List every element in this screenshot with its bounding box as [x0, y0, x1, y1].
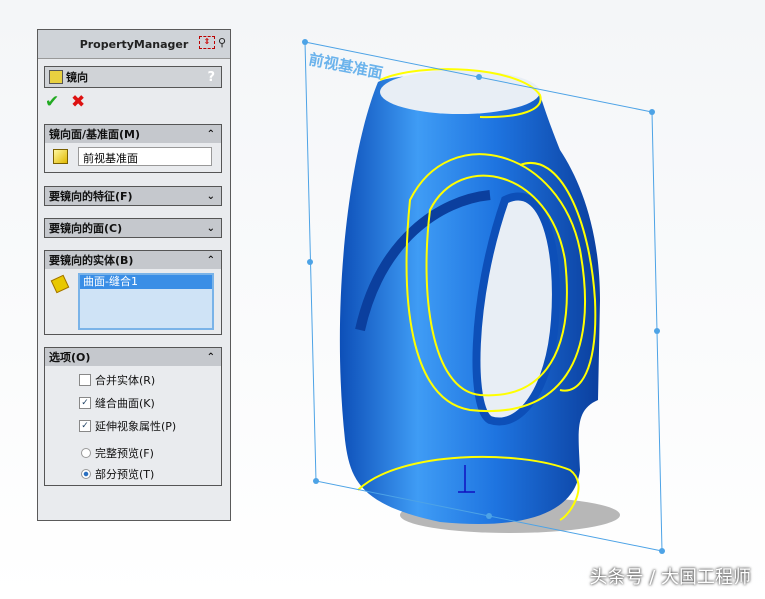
sketch-curves: [357, 68, 597, 521]
origin-triad-icon: [458, 465, 475, 493]
plane-label: 前视基准面: [307, 50, 384, 82]
ok-button[interactable]: ✔: [45, 92, 59, 112]
plane-icon: [53, 149, 68, 164]
bodies-list[interactable]: 曲面-缝合1: [78, 273, 214, 330]
propagate-checkbox[interactable]: ✓ 延伸视象属性(P): [79, 418, 176, 434]
panel-title: PropertyManager: [79, 37, 189, 51]
feature-name: 镜向: [66, 71, 88, 84]
plane-handles: [302, 39, 665, 554]
collapse-icon[interactable]: ⌃: [207, 129, 215, 140]
expand-icon[interactable]: ⌄: [207, 223, 215, 234]
collapse-icon[interactable]: ⌃: [207, 255, 215, 266]
collapse-icon[interactable]: ⌃: [207, 352, 215, 363]
full-preview-radio[interactable]: 完整预览(F): [81, 445, 154, 461]
side-opening: [472, 192, 560, 426]
mirror-face-field[interactable]: 前视基准面: [78, 147, 212, 166]
section-mirror-face[interactable]: 镜向面/基准面(M) ⌃: [44, 124, 222, 144]
section-options[interactable]: 选项(O) ⌃: [44, 347, 222, 367]
section-bodies[interactable]: 要镜向的实体(B) ⌃: [44, 250, 222, 270]
expand-icon[interactable]: ⇕: [198, 36, 215, 49]
mirrored-body: [339, 75, 600, 525]
mirror-icon: [49, 70, 63, 84]
list-item[interactable]: 曲面-缝合1: [80, 275, 212, 289]
section-faces[interactable]: 要镜向的面(C) ⌄: [44, 218, 222, 238]
property-manager-header: PropertyManager ⇕ ⚲: [38, 30, 230, 59]
cancel-button[interactable]: ✖: [71, 92, 85, 112]
property-manager: PropertyManager ⇕ ⚲ 镜向 ? ✔ ✖ 镜向面/基准面(M) ⌃ …: [37, 29, 231, 521]
section-features[interactable]: 要镜向的特征(F) ⌄: [44, 186, 222, 206]
feature-title-bar: 镜向 ?: [44, 66, 222, 88]
expand-icon[interactable]: ⌄: [207, 191, 215, 202]
watermark: 头条号 / 大国工程师: [589, 567, 751, 588]
pin-icon[interactable]: ⚲: [218, 36, 226, 49]
shadow: [400, 497, 620, 533]
merge-checkbox[interactable]: 合并实体(R): [79, 372, 155, 388]
groove: [355, 190, 491, 332]
body-icon: [50, 274, 70, 294]
front-plane: [304, 41, 663, 552]
knit-checkbox[interactable]: ✓ 缝合曲面(K): [79, 395, 155, 411]
top-opening: [380, 70, 540, 114]
help-icon[interactable]: ?: [207, 70, 215, 85]
partial-preview-radio[interactable]: 部分预览(T): [81, 466, 154, 482]
